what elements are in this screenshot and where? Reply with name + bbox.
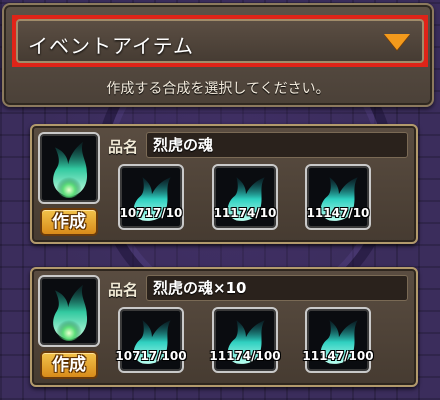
material-slot[interactable] bbox=[305, 164, 371, 230]
material-count: 11147/100 bbox=[302, 349, 374, 363]
recipe-card: 作成 品名 烈虎の魂 10717/10 11174/10 11147/10 bbox=[30, 124, 418, 244]
material-slot[interactable] bbox=[212, 164, 278, 230]
category-panel: イベントアイテム 作成する合成を選択してください。 bbox=[2, 3, 434, 107]
triangle-down-icon[interactable] bbox=[384, 34, 410, 50]
material-count: 11174/100 bbox=[209, 349, 281, 363]
category-dropdown-value: イベントアイテム bbox=[28, 34, 194, 58]
material-count: 11147/10 bbox=[306, 206, 370, 220]
material-count: 11174/10 bbox=[213, 206, 277, 220]
item-name-value: 烈虎の魂×10 bbox=[146, 275, 408, 301]
item-name-row: 品名 烈虎の魂×10 bbox=[108, 275, 408, 303]
item-name-key: 品名 bbox=[108, 138, 139, 156]
instruction-text: 作成する合成を選択してください。 bbox=[106, 81, 330, 97]
material-slot[interactable] bbox=[118, 164, 184, 230]
item-name-value: 烈虎の魂 bbox=[146, 132, 408, 158]
make-button[interactable]: 作成 bbox=[40, 351, 98, 379]
category-dropdown-highlight: イベントアイテム bbox=[12, 15, 428, 67]
green-flame-icon bbox=[53, 141, 88, 198]
material-count: 10717/100 bbox=[115, 349, 187, 363]
make-button[interactable]: 作成 bbox=[40, 208, 98, 236]
material-slot[interactable] bbox=[305, 307, 371, 373]
category-dropdown[interactable]: イベントアイテム bbox=[16, 19, 424, 63]
recipe-card: 作成 品名 烈虎の魂×10 10717/100 11174/100 11147/… bbox=[30, 267, 418, 387]
material-slot[interactable] bbox=[212, 307, 278, 373]
output-item-slot[interactable] bbox=[38, 132, 100, 204]
material-slot[interactable] bbox=[118, 307, 184, 373]
item-name-key: 品名 bbox=[108, 281, 139, 299]
green-flame-icon bbox=[53, 284, 88, 341]
output-item-slot[interactable] bbox=[38, 275, 100, 347]
material-count: 10717/10 bbox=[119, 206, 183, 220]
item-name-row: 品名 烈虎の魂 bbox=[108, 132, 408, 160]
